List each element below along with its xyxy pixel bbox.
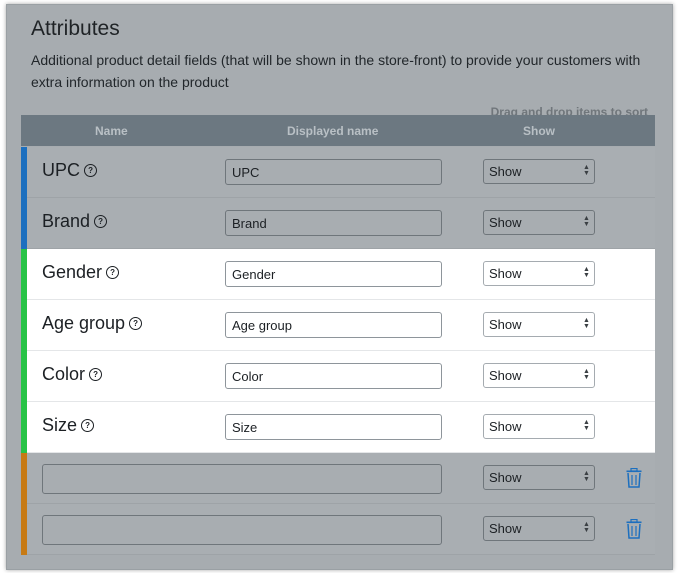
attribute-name-label: Age group xyxy=(42,313,126,333)
custom-attribute-name-input[interactable] xyxy=(42,464,442,494)
attribute-row-upc[interactable]: UPC ? Show ▲▼ xyxy=(21,147,655,198)
select-arrows-icon: ▲ ▼ xyxy=(583,419,590,432)
help-circle-icon[interactable]: ? xyxy=(81,419,95,432)
select-arrows-icon: ▲ ▼ xyxy=(583,470,590,483)
table-header: Name Displayed name Show xyxy=(21,115,655,146)
attribute-name-label: UPC xyxy=(42,160,81,180)
help-circle-icon[interactable]: ? xyxy=(84,164,98,177)
show-select[interactable]: Show ▲ ▼ xyxy=(483,210,595,235)
displayed-name-input[interactable] xyxy=(225,159,442,185)
displayed-name-input[interactable] xyxy=(225,414,442,440)
custom-attribute-row[interactable]: Show ▲ ▼ xyxy=(21,453,655,504)
drag-handle[interactable] xyxy=(21,147,27,198)
show-select-value: Show xyxy=(489,470,522,485)
select-arrows-icon: ▲ ▼ xyxy=(583,266,590,279)
trash-icon[interactable] xyxy=(626,519,642,539)
attribute-name: Gender ? xyxy=(42,262,120,283)
custom-attribute-name-input[interactable] xyxy=(42,515,442,545)
select-arrows-icon: ▲ ▼ xyxy=(583,521,590,534)
show-select[interactable]: Show ▲ ▼ xyxy=(483,312,595,337)
trash-icon[interactable] xyxy=(626,468,642,488)
attribute-name: Color ? xyxy=(42,364,103,385)
displayed-name-input[interactable] xyxy=(225,210,442,236)
show-select[interactable]: Show ▲ ▼ xyxy=(483,414,595,439)
page-title: Attributes xyxy=(31,17,120,40)
show-select-value: Show xyxy=(489,164,522,179)
select-arrows-icon: ▲ ▼ xyxy=(583,317,590,330)
show-select-value: Show xyxy=(489,521,522,536)
show-select-value: Show xyxy=(489,419,522,434)
show-select[interactable]: Show ▲ ▼ xyxy=(483,159,595,184)
displayed-name-input[interactable] xyxy=(225,363,442,389)
attribute-row-brand[interactable]: Brand ? Show ▲▼ xyxy=(21,198,655,249)
column-header-displayed-name: Displayed name xyxy=(287,124,379,138)
drag-handle[interactable] xyxy=(21,504,27,555)
displayed-name-input[interactable] xyxy=(225,312,442,338)
select-arrows-icon: ▲ ▼ xyxy=(583,215,590,228)
custom-attribute-row[interactable]: Show ▲ ▼ xyxy=(21,504,655,555)
displayed-name-input[interactable] xyxy=(225,261,442,287)
select-arrows-icon: ▲ ▼ xyxy=(583,164,590,177)
column-header-name: Name xyxy=(95,124,128,138)
attribute-name: Size ? xyxy=(42,415,95,436)
drag-handle[interactable] xyxy=(21,453,27,504)
show-select[interactable]: Show ▲ ▼ xyxy=(483,465,595,490)
drag-handle[interactable] xyxy=(21,249,27,300)
attribute-name: UPC ? xyxy=(42,160,98,181)
drag-handle[interactable] xyxy=(21,351,27,402)
attribute-name-label: Color xyxy=(42,364,86,384)
drag-handle[interactable] xyxy=(21,402,27,453)
attribute-name: Brand ? xyxy=(42,211,108,232)
help-circle-icon[interactable]: ? xyxy=(106,266,120,279)
attribute-name-label: Gender xyxy=(42,262,103,282)
show-select-value: Show xyxy=(489,266,522,281)
drag-handle[interactable] xyxy=(21,300,27,351)
attribute-row-age-group[interactable]: Age group ? Show ▲▼ xyxy=(21,300,655,351)
attribute-name: Age group ? xyxy=(42,313,143,334)
select-arrows-icon: ▲ ▼ xyxy=(583,368,590,381)
help-circle-icon[interactable]: ? xyxy=(89,368,103,381)
description: Additional product detail fields (that w… xyxy=(31,52,641,90)
attribute-name-label: Size xyxy=(42,415,78,435)
attribute-row-color[interactable]: Color ? Show ▲▼ xyxy=(21,351,655,402)
show-select-value: Show xyxy=(489,215,522,230)
attribute-row-gender[interactable]: Gender ? Show ▲▼ xyxy=(21,249,655,300)
show-select[interactable]: Show ▲ ▼ xyxy=(483,516,595,541)
column-header-show: Show xyxy=(523,124,555,138)
attribute-row-size[interactable]: Size ? Show ▲▼ xyxy=(21,402,655,453)
help-circle-icon[interactable]: ? xyxy=(129,317,143,330)
help-circle-icon[interactable]: ? xyxy=(94,215,108,228)
show-select[interactable]: Show ▲ ▼ xyxy=(483,363,595,388)
show-select[interactable]: Show ▲ ▼ xyxy=(483,261,595,286)
drag-handle[interactable] xyxy=(21,198,27,249)
attributes-list: UPC ? Show ▲▼ Brand ? Show ▲▼ Gender ? S… xyxy=(21,147,655,555)
show-select-value: Show xyxy=(489,368,522,383)
show-select-value: Show xyxy=(489,317,522,332)
attribute-name-label: Brand xyxy=(42,211,91,231)
